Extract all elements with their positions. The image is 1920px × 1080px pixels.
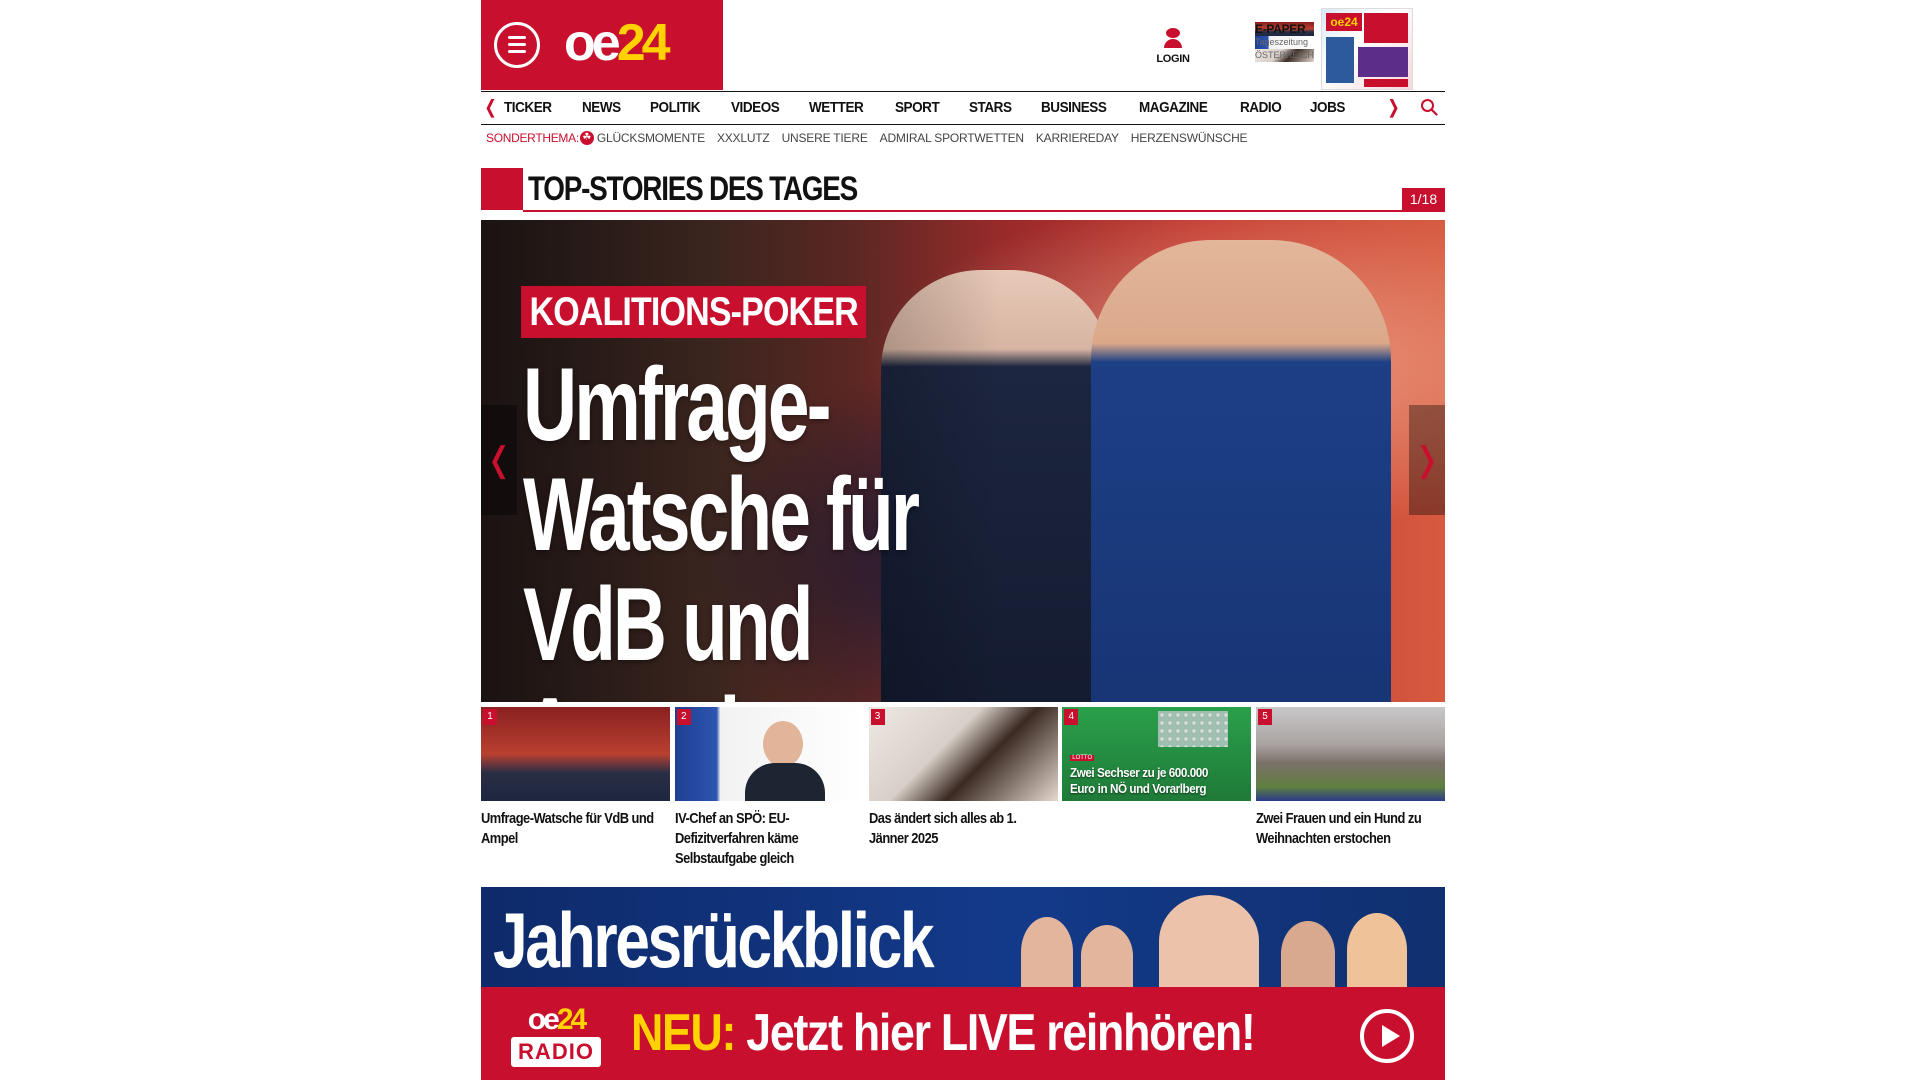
section-title: TOP-STORIES DES TAGES	[528, 170, 858, 208]
year-review-faces-image	[1021, 895, 1445, 987]
thumbnail-caption[interactable]: Umfrage-Watsche für VdB und Ampel	[481, 809, 666, 849]
top-stories-header: TOP-STORIES DES TAGES 1/18	[481, 168, 1445, 212]
nav-item-radio[interactable]: RADIO	[1240, 92, 1282, 124]
nav-item-ticker[interactable]: TICKER	[504, 92, 552, 124]
menu-icon[interactable]	[494, 22, 540, 68]
carousel-next-button[interactable]: ❭	[1409, 405, 1445, 515]
thumbnail-number: 1	[483, 709, 497, 725]
site-header: oe24 LOGIN E-PAPER Tageszeitung ÖSTERREI…	[481, 0, 1445, 90]
thumbnail-item[interactable]: 3 Das ändert sich alles ab 1. Jänner 202…	[868, 707, 1058, 877]
hero-story[interactable]: KOALITIONS-POKER Umfrage-Watsche für VdB…	[481, 220, 1445, 702]
nav-item-videos[interactable]: VIDEOS	[731, 92, 780, 124]
nav-item-news[interactable]: NEWS	[582, 92, 621, 124]
epaper-title: E-PAPER	[1255, 22, 1315, 36]
thumbnail-number: 2	[676, 709, 691, 725]
search-icon[interactable]	[1420, 98, 1438, 116]
site-logo[interactable]: oe24	[564, 12, 671, 74]
year-review-banner[interactable]: Jahresrückblick	[481, 887, 1445, 987]
special-topic-link[interactable]: KARRIEREDAY	[1036, 131, 1119, 145]
special-topics-label: SONDERTHEMA:	[486, 131, 579, 145]
chevron-left-icon: ❬	[484, 441, 514, 479]
chevron-right-icon: ❭	[1412, 441, 1442, 479]
epaper-cover-image[interactable]: oe24	[1321, 8, 1413, 90]
hero-kicker: KOALITIONS-POKER	[521, 286, 867, 338]
main-nav: ❬ TICKER NEWS POLITIK VIDEOS WETTER SPOR…	[481, 91, 1445, 125]
nav-item-stars[interactable]: STARS	[969, 92, 1012, 124]
thumbnail-number: 4	[1064, 709, 1079, 725]
year-review-title: Jahresrückblick	[493, 896, 935, 984]
hero-image-person-right	[1091, 240, 1391, 702]
thumbnail-image[interactable]: 3	[868, 707, 1058, 801]
special-topic-link[interactable]: ADMIRAL SPORTWETTEN	[880, 131, 1024, 145]
special-topics-bar: SONDERTHEMA: ☘ GLÜCKSMOMENTE XXXLUTZ UNS…	[486, 129, 1259, 147]
thumbnail-item[interactable]: 1 Umfrage-Watsche für VdB und Ampel	[481, 707, 670, 877]
thumbnail-number: 5	[1258, 709, 1272, 725]
special-topic-link[interactable]: XXXLUTZ	[717, 131, 770, 145]
radio-logo-label: RADIO	[511, 1037, 601, 1067]
special-topic-link[interactable]: UNSERE TIERE	[782, 131, 868, 145]
thumbnail-item[interactable]: 5 Zwei Frauen und ein Hund zu Weihnachte…	[1256, 707, 1445, 877]
nav-items: TICKER NEWS POLITIK VIDEOS WETTER SPORT …	[504, 92, 1374, 124]
hero-headline[interactable]: Umfrage-Watsche für VdB und Ampel	[523, 350, 926, 702]
chevron-right-icon[interactable]: ❭	[1386, 97, 1401, 118]
epaper-link[interactable]: E-PAPER Tageszeitung ÖSTERREICH	[1255, 22, 1315, 62]
nav-item-magazine[interactable]: MAGAZINE	[1139, 92, 1208, 124]
login-label: LOGIN	[1156, 53, 1190, 65]
radio-cta-bar[interactable]: oe24 RADIO NEU: Jetzt hier LIVE reinhöre…	[481, 987, 1445, 1080]
page: oe24 LOGIN E-PAPER Tageszeitung ÖSTERREI…	[481, 0, 1445, 1080]
slide-counter: 1/18	[1402, 188, 1445, 210]
nav-item-wetter[interactable]: WETTER	[809, 92, 864, 124]
thumbnail-overlay-title[interactable]: Zwei Sechser zu je 600.000 Euro in NÖ un…	[1070, 765, 1228, 797]
thumbnail-image[interactable]: 1	[481, 707, 670, 801]
radio-logo: oe24 RADIO	[509, 1005, 603, 1067]
special-topic-link[interactable]: HERZENSWÜNSCHE	[1131, 131, 1248, 145]
thumbnail-image[interactable]: 4 LOTTO Zwei Sechser zu je 600.000 Euro …	[1062, 707, 1252, 801]
nav-item-jobs[interactable]: JOBS	[1310, 92, 1345, 124]
radio-cta-text[interactable]: NEU: Jetzt hier LIVE reinhören!	[631, 1003, 1256, 1063]
section-marker	[481, 168, 523, 210]
carousel-prev-button[interactable]: ❬	[481, 405, 517, 515]
chevron-left-icon[interactable]: ❬	[483, 97, 498, 118]
thumbnail-caption[interactable]: Zwei Frauen und ein Hund zu Weihnachten …	[1256, 809, 1441, 849]
lotto-badge: LOTTO	[1070, 755, 1095, 761]
nav-item-business[interactable]: BUSINESS	[1041, 92, 1107, 124]
nav-item-politik[interactable]: POLITIK	[650, 92, 701, 124]
user-icon	[1166, 28, 1180, 38]
thumbnail-caption[interactable]: Das ändert sich alles ab 1. Jänner 2025	[869, 809, 1054, 849]
thumbnail-item[interactable]: 4 LOTTO Zwei Sechser zu je 600.000 Euro …	[1062, 707, 1252, 877]
thumbnail-caption[interactable]: IV-Chef an SPÖ: EU-Defizitverfahren käme…	[675, 809, 860, 869]
epaper-region: ÖSTERREICH	[1255, 49, 1315, 62]
nav-item-sport[interactable]: SPORT	[895, 92, 940, 124]
special-topic-link[interactable]: GLÜCKSMOMENTE	[597, 131, 705, 145]
story-thumbnails: 1 Umfrage-Watsche für VdB und Ampel 2 IV…	[481, 707, 1445, 877]
thumbnail-image[interactable]: 2	[674, 707, 864, 801]
clover-icon: ☘	[579, 131, 594, 145]
thumbnail-item[interactable]: 2 IV-Chef an SPÖ: EU-Defizitverfahren kä…	[674, 707, 864, 877]
epaper-subtitle: Tageszeitung	[1255, 36, 1315, 49]
play-icon[interactable]	[1360, 1009, 1414, 1063]
login-button[interactable]: LOGIN	[1153, 28, 1193, 65]
thumbnail-number: 3	[870, 709, 885, 725]
logo-area: oe24	[481, 0, 723, 90]
radio-promo-banner[interactable]: Jahresrückblick oe24 RADIO NEU: Jetzt hi…	[481, 887, 1445, 1080]
thumbnail-image[interactable]: 5	[1256, 707, 1445, 801]
